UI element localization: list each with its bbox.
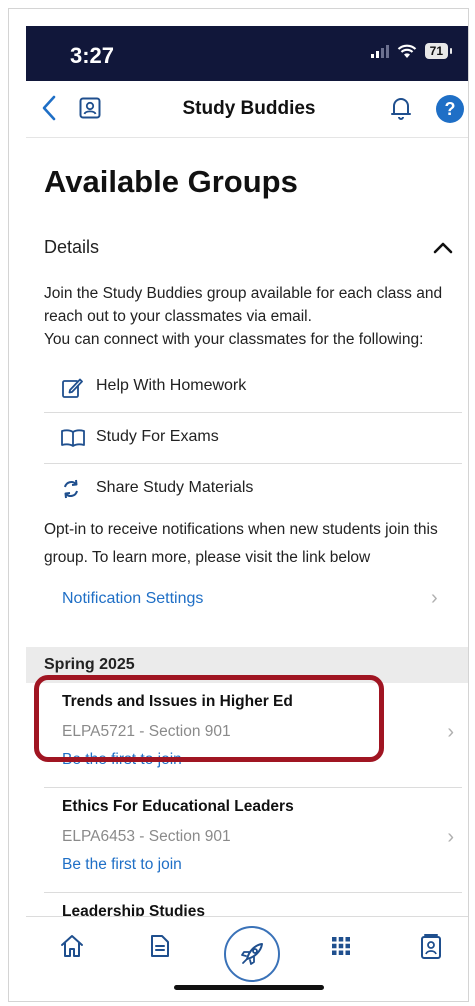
feature-help-with-homework: Help With Homework [44, 362, 462, 413]
screenshot-frame: 3:27 71 Study Buddies ? Available Groups… [8, 8, 469, 1002]
wifi-icon [397, 44, 416, 58]
join-link[interactable]: Be the first to join [62, 856, 182, 874]
optin-text: Opt-in to receive notifications when new… [44, 521, 438, 566]
feature-label: Study For Exams [96, 428, 219, 445]
document-icon[interactable] [149, 933, 171, 959]
chevron-right-icon: › [447, 721, 454, 743]
sync-icon [64, 479, 78, 499]
edit-icon [62, 378, 83, 398]
feature-label: Help With Homework [96, 377, 247, 394]
page-title: Available Groups [44, 164, 298, 199]
feature-label: Share Study Materials [96, 479, 254, 496]
feature-study-for-exams: Study For Exams [44, 413, 462, 464]
phone-screen: 3:27 71 Study Buddies ? Available Groups… [26, 26, 468, 1001]
main-content: Available Groups Details Join the Study … [26, 138, 468, 928]
signal-icon [370, 44, 389, 58]
intro-line-2: You can connect with your classmates for… [44, 331, 424, 348]
group-list-item[interactable]: Ethics For Educational Leaders ELPA6453 … [44, 788, 462, 893]
battery-icon: 71 [424, 43, 453, 59]
tab-bar [26, 916, 468, 1001]
highlight-annotation [34, 675, 384, 762]
nav-bar: Study Buddies ? [26, 81, 468, 138]
grid-icon[interactable] [331, 936, 351, 956]
term-label: Spring 2025 [44, 656, 135, 673]
feature-share-study-materials: Share Study Materials [44, 464, 462, 514]
intro-text: Join the Study Buddies group available f… [44, 282, 456, 351]
home-icon[interactable] [59, 933, 85, 959]
details-toggle[interactable]: Details [44, 237, 454, 265]
notification-settings-link[interactable]: Notification Settings [62, 590, 203, 608]
status-icons: 71 [370, 43, 453, 59]
status-bar: 3:27 71 [26, 26, 468, 81]
details-label: Details [44, 237, 100, 257]
chevron-up-icon[interactable] [432, 239, 454, 255]
group-title: Ethics For Educational Leaders [62, 798, 294, 815]
bell-icon[interactable] [390, 95, 412, 121]
group-code: ELPA6453 - Section 901 [62, 828, 231, 845]
id-card-icon[interactable] [419, 933, 443, 961]
rocket-icon [241, 943, 263, 965]
intro-line-1: Join the Study Buddies group available f… [44, 285, 443, 325]
status-time: 3:27 [70, 43, 115, 68]
chevron-right-icon: › [447, 826, 454, 848]
chevron-right-icon: › [431, 587, 438, 609]
rocket-button[interactable] [224, 926, 280, 982]
book-icon [61, 429, 85, 447]
home-indicator [174, 985, 324, 990]
help-button[interactable]: ? [436, 95, 464, 123]
